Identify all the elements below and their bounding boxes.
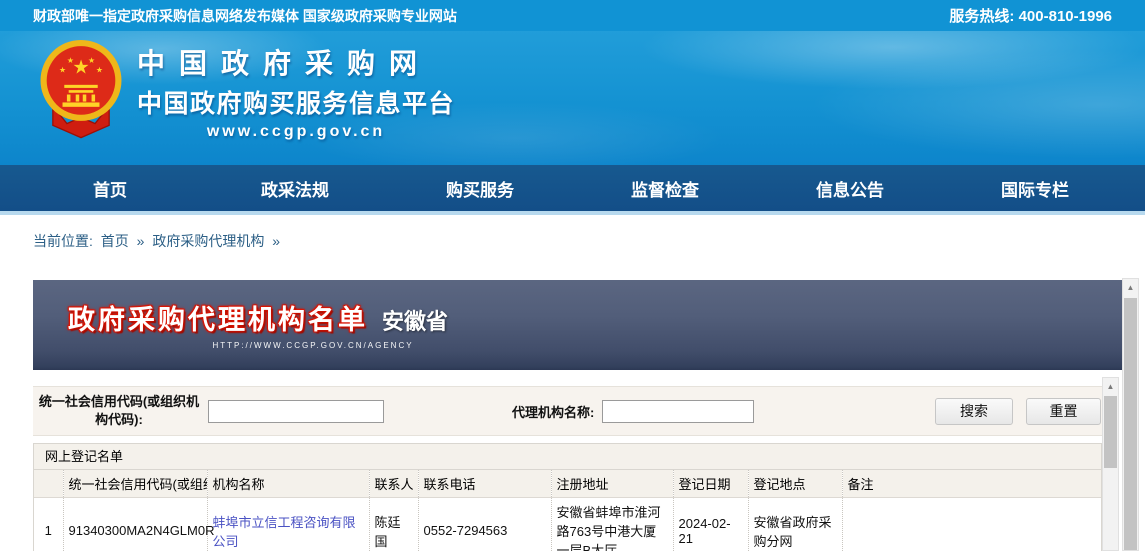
search-form: 统一社会信用代码(或组织机构代码): 代理机构名称: 搜索 重置 [33, 386, 1102, 436]
outer-scrollbar[interactable]: ▲ [1122, 278, 1139, 551]
banner-title: 政府采购代理机构名单 [68, 298, 368, 337]
breadcrumb: 当前位置: 首页 » 政府采购代理机构 » [33, 231, 284, 251]
col-phone: 联系电话 [418, 470, 551, 498]
search-button[interactable]: 搜索 [935, 398, 1013, 425]
table-row: 1 91340300MA2N4GLM0R 蚌埠市立信工程咨询有限公司 陈廷国 0… [34, 498, 1101, 551]
col-address: 注册地址 [551, 470, 673, 498]
breadcrumb-label: 当前位置: [33, 233, 93, 249]
nav-item-supervision[interactable]: 监督检查 [610, 176, 720, 201]
col-date: 登记日期 [673, 470, 748, 498]
col-location: 登记地点 [748, 470, 842, 498]
topbar: 财政部唯一指定政府采购信息网络发布媒体 国家级政府采购专业网站 服务热线: 40… [0, 0, 1145, 31]
row-date: 2024-02-21 [673, 498, 748, 551]
svg-text:★: ★ [67, 56, 74, 65]
inner-scrollbar-thumb[interactable] [1104, 396, 1117, 468]
main-nav: 首页 政采法规 购买服务 监督检查 信息公告 国际专栏 [0, 165, 1145, 211]
breadcrumb-separator: » [272, 233, 280, 249]
svg-text:★: ★ [59, 66, 66, 75]
reset-button[interactable]: 重置 [1026, 398, 1101, 425]
site-title: 中国政府采购网 [137, 42, 455, 82]
page: 财政部唯一指定政府采购信息网络发布媒体 国家级政府采购专业网站 服务热线: 40… [0, 0, 1145, 551]
row-phone: 0552-7294563 [418, 498, 551, 551]
row-contact: 陈廷国 [369, 498, 418, 551]
credit-code-label: 统一社会信用代码(或组织机构代码): [33, 393, 205, 428]
agency-table: 统一社会信用代码(或组织 机构名称 联系人 联系电话 注册地址 登记日期 登记地… [34, 470, 1101, 551]
banner-province: 安徽省 [382, 304, 448, 336]
agency-name-label: 代理机构名称: [512, 402, 594, 421]
svg-text:★: ★ [88, 56, 95, 65]
breadcrumb-section-link[interactable]: 政府采购代理机构 [152, 233, 264, 249]
nav-item-purchase-services[interactable]: 购买服务 [425, 176, 535, 201]
scroll-up-icon[interactable]: ▲ [1103, 378, 1118, 395]
nav-item-regulations[interactable]: 政采法规 [240, 176, 350, 201]
topbar-slogan: 财政部唯一指定政府采购信息网络发布媒体 国家级政府采购专业网站 [33, 6, 457, 26]
breadcrumb-home-link[interactable]: 首页 [101, 233, 129, 249]
col-index [34, 470, 63, 498]
content-panel: 统一社会信用代码(或组织机构代码): 代理机构名称: 搜索 重置 网上登记名单 … [33, 377, 1102, 551]
row-location: 安徽省政府采购分网 [748, 498, 842, 551]
row-index: 1 [34, 498, 63, 551]
row-remark [842, 498, 1101, 551]
col-remark: 备注 [842, 470, 1101, 498]
company-link[interactable]: 蚌埠市立信工程咨询有限公司 [213, 515, 356, 549]
agency-name-input[interactable] [602, 400, 754, 423]
svg-text:★: ★ [96, 66, 103, 75]
nav-item-announcements[interactable]: 信息公告 [795, 176, 905, 201]
national-emblem-icon: ★ ★ ★ ★ ★ [37, 39, 125, 143]
col-agency-name: 机构名称 [207, 470, 369, 498]
row-address: 安徽省蚌埠市淮河路763号中港大厦一层B大厅 [551, 498, 673, 551]
nav-item-international[interactable]: 国际专栏 [980, 176, 1090, 201]
agency-list-banner: 政府采购代理机构名单 安徽省 HTTP://WWW.CCGP.GOV.CN/AG… [33, 280, 1122, 370]
site-subtitle: 中国政府购买服务信息平台 [137, 84, 455, 120]
scroll-up-icon[interactable]: ▲ [1123, 279, 1138, 296]
banner-url: HTTP://WWW.CCGP.GOV.CN/AGENCY [123, 341, 503, 350]
site-url: www.ccgp.gov.cn [137, 123, 455, 141]
nav-bottom-strip [0, 211, 1145, 215]
outer-scrollbar-thumb[interactable] [1124, 298, 1137, 550]
site-masthead: ★ ★ ★ ★ ★ 中国政府采购网 中国政府购买服务信息平台 www.ccgp.… [0, 31, 1145, 165]
site-logo[interactable]: ★ ★ ★ ★ ★ 中国政府采购网 中国政府购买服务信息平台 www.ccgp.… [37, 39, 455, 143]
svg-text:★: ★ [72, 56, 89, 78]
table-header-row: 统一社会信用代码(或组织 机构名称 联系人 联系电话 注册地址 登记日期 登记地… [34, 470, 1101, 498]
inner-scrollbar[interactable]: ▲ [1102, 377, 1119, 551]
row-credit-code: 91340300MA2N4GLM0R [63, 498, 207, 551]
registered-list-section: 网上登记名单 统一社会信用代码(或组织 机构名称 联系人 联系电话 注册地址 [33, 443, 1102, 551]
breadcrumb-separator: » [137, 233, 145, 249]
nav-item-home[interactable]: 首页 [55, 176, 165, 201]
site-title-block: 中国政府采购网 中国政府购买服务信息平台 www.ccgp.gov.cn [137, 42, 455, 141]
list-section-title: 网上登记名单 [34, 444, 1101, 470]
col-contact: 联系人 [369, 470, 418, 498]
credit-code-input[interactable] [208, 400, 384, 423]
col-credit-code: 统一社会信用代码(或组织 [63, 470, 207, 498]
service-hotline: 服务热线: 400-810-1996 [949, 5, 1112, 26]
